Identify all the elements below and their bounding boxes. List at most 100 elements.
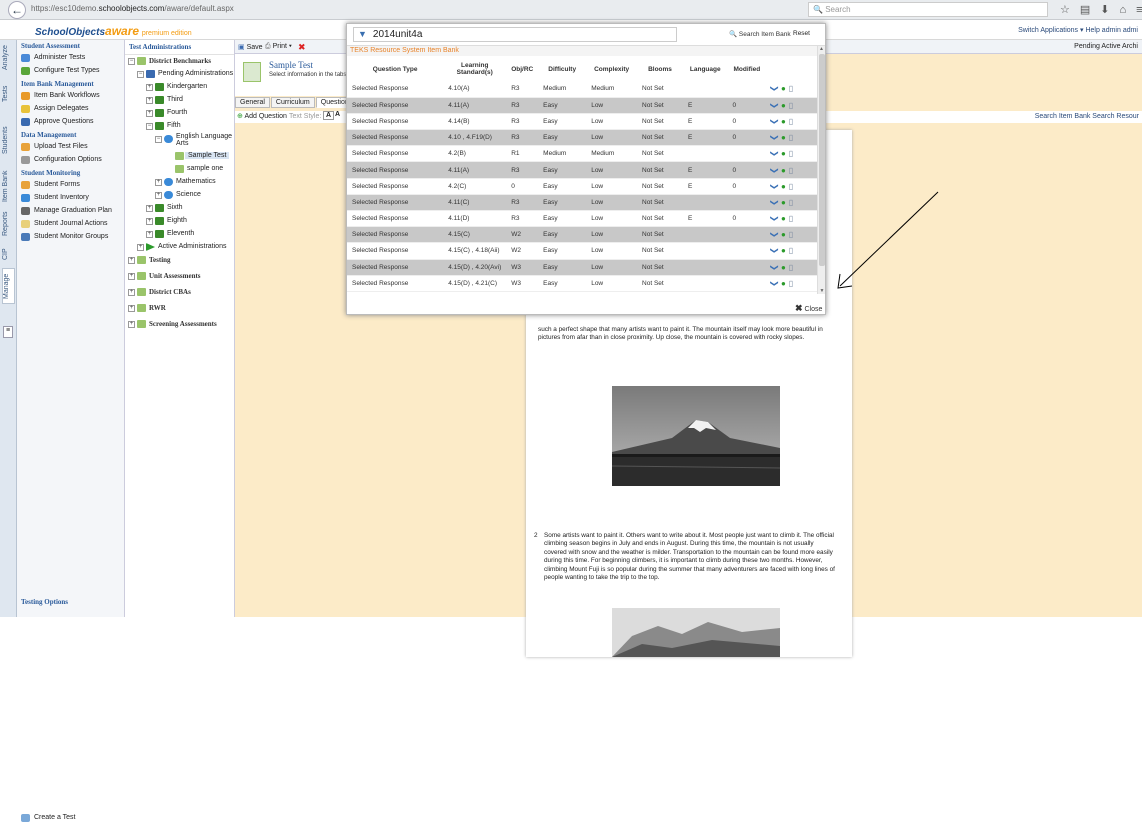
nav-item-graduation-plan[interactable]: Manage Graduation Plan [17,205,124,218]
table-row[interactable]: Selected Response 4.11(D) R3 Easy Low Not Set… [347,210,817,228]
browser-menu-icons[interactable]: ☆▤⬇⌂≡ [1060,3,1142,16]
tree-eighth[interactable]: + Eighth [125,215,234,228]
table-row[interactable]: Selected Response 4.11(C) R3 Easy Low Not Set… [347,194,817,212]
modal-scrollbar[interactable]: ▲ ▼ [817,46,825,294]
chevron-down-icon[interactable]: ❯ [770,215,779,222]
col-complexity[interactable]: Complexity [586,57,637,81]
nav-item-journal-actions[interactable]: Student Journal Actions [17,218,124,231]
rail-tab-reports[interactable]: Reports [2,206,15,242]
add-question-button[interactable]: ⊕ Add Question [237,112,287,120]
nav-item-monitor-groups[interactable]: Student Monitor Groups [17,231,124,244]
search-item-bank-links[interactable]: Search Item Bank Search Resour [1035,113,1139,120]
col-blooms[interactable]: Blooms [637,57,683,81]
nav-item-configuration-options[interactable]: Configuration Options [17,154,124,167]
col-modified[interactable]: Modified [728,57,767,81]
add-circle-icon[interactable]: ● [781,279,786,288]
delete-icon[interactable]: ✖ [298,42,306,53]
item-bank-search-input[interactable]: ▼ 2014unit4a [353,27,677,42]
chevron-down-icon[interactable]: ❯ [770,264,779,271]
tree-district-cbas[interactable]: + District CBAs [125,286,234,302]
col-language[interactable]: Language [683,57,728,81]
tree-unit-assessments[interactable]: + Unit Assessments [125,270,234,286]
add-circle-icon[interactable]: ● [781,182,786,191]
document-icon[interactable]: ▯ [789,117,793,126]
rail-collapse-icon[interactable]: ≡ [3,326,13,338]
nav-item-assign-delegates[interactable]: Assign Delegates [17,103,124,116]
tree-ela[interactable]: − English Language Arts [125,133,234,150]
document-icon[interactable]: ▯ [789,182,793,191]
rail-tab-cip[interactable]: CIP [2,244,15,264]
tree-sample-test[interactable]: Sample Test [125,150,234,163]
table-row[interactable]: Selected Response 4.2(C) 0 Easy Low Not Set E 0… [347,178,817,195]
tree-sample-one[interactable]: sample one [125,163,234,176]
table-row[interactable]: Selected Response 4.10(A) R3 Medium Medium No… [347,81,817,98]
add-circle-icon[interactable]: ● [781,149,786,158]
scroll-thumb[interactable] [819,54,825,266]
app-logo[interactable]: SchoolObjectsaware premium edition [35,24,192,38]
table-row[interactable]: Selected Response 4.15(C) W2 Easy Low Not Set… [347,226,817,244]
col-question-type[interactable]: Question Type [347,57,443,81]
col-difficulty[interactable]: Difficulty [538,57,586,81]
tree-pending-administrations[interactable]: − Pending Administrations [125,68,234,81]
print-button[interactable]: ⎙ Print ▾ [265,43,292,51]
tab-curriculum[interactable]: Curriculum [270,97,315,108]
nav-item-workflows[interactable]: Item Bank Workflows [17,90,124,103]
nav-item-student-inventory[interactable]: Student Inventory [17,192,124,205]
tree-district-benchmarks[interactable]: − District Benchmarks [125,55,234,68]
document-icon[interactable]: ▯ [789,166,793,175]
chevron-down-icon[interactable]: ❯ [770,231,779,238]
add-circle-icon[interactable]: ● [781,166,786,175]
chevron-down-icon[interactable]: ❯ [770,199,779,206]
text-style-a-button[interactable]: A [323,111,335,120]
table-row[interactable]: Selected Response 4.15(C) , 4.18(Aii) W2 Ea… [347,242,817,260]
chevron-down-icon[interactable]: ❯ [770,134,779,141]
status-filters[interactable]: Pending Active Archi [1074,43,1138,50]
document-icon[interactable]: ▯ [789,246,793,255]
tree-rwr[interactable]: + RWR [125,302,234,318]
document-icon[interactable]: ▯ [789,198,793,207]
scroll-down-icon[interactable]: ▼ [818,288,826,294]
tree-science[interactable]: + Science [125,189,234,202]
chevron-down-icon[interactable]: ❯ [770,102,779,109]
reset-button[interactable]: Reset [793,30,810,37]
chevron-down-icon[interactable]: ❯ [770,280,779,287]
back-arrow-icon[interactable]: ← [8,1,26,19]
add-circle-icon[interactable]: ● [781,198,786,207]
document-icon[interactable]: ▯ [789,101,793,110]
search-item-bank-button[interactable]: 🔍 Search Item Bank [729,30,791,38]
chevron-down-icon[interactable]: ❯ [770,118,779,125]
col-obj-rc[interactable]: Obj/RC [506,57,538,81]
add-circle-icon[interactable]: ● [781,246,786,255]
rail-tab-tests[interactable]: Tests [2,80,15,108]
save-button[interactable]: ▣ Save [238,43,263,51]
nav-item-configure-test-types[interactable]: Configure Test Types [17,65,124,78]
document-icon[interactable]: ▯ [789,133,793,142]
nav-item-upload-test-files[interactable]: Upload Test Files [17,141,124,154]
table-row[interactable]: Selected Response 4.11(A) R3 Easy Low Not Set… [347,161,817,179]
tree-testing[interactable]: + Testing [125,254,234,270]
tree-sixth[interactable]: + Sixth [125,202,234,215]
document-icon[interactable]: ▯ [789,263,793,272]
tree-eleventh[interactable]: + Eleventh [125,228,234,241]
add-circle-icon[interactable]: ● [781,101,786,110]
address-bar[interactable]: https://esc10demo.schoolobjects.com/awar… [31,4,234,13]
document-icon[interactable]: ▯ [789,84,793,93]
add-circle-icon[interactable]: ● [781,117,786,126]
chevron-down-icon[interactable]: ▼ [358,29,367,39]
tab-general[interactable]: General [235,97,270,108]
chevron-down-icon[interactable]: ❯ [770,183,779,190]
document-icon[interactable]: ▯ [789,214,793,223]
tree-mathematics[interactable]: + Mathematics [125,176,234,189]
tree-active-administrations[interactable]: + Active Administrations [125,241,234,254]
document-icon[interactable]: ▯ [789,149,793,158]
header-links[interactable]: Switch Applications ▾ Help admin admi [1018,26,1138,34]
tree-screening-assessments[interactable]: + Screening Assessments [125,318,234,334]
add-circle-icon[interactable]: ● [781,263,786,272]
add-circle-icon[interactable]: ● [781,214,786,223]
nav-item-approve-questions[interactable]: Approve Questions [17,116,124,129]
add-circle-icon[interactable]: ● [781,133,786,142]
add-circle-icon[interactable]: ● [781,230,786,239]
table-row[interactable]: Selected Response 4.10 , 4.F19(D) R3 Easy Lo… [347,129,817,147]
close-button[interactable]: ✖ Close [795,303,822,314]
document-icon[interactable]: ▯ [789,279,793,288]
